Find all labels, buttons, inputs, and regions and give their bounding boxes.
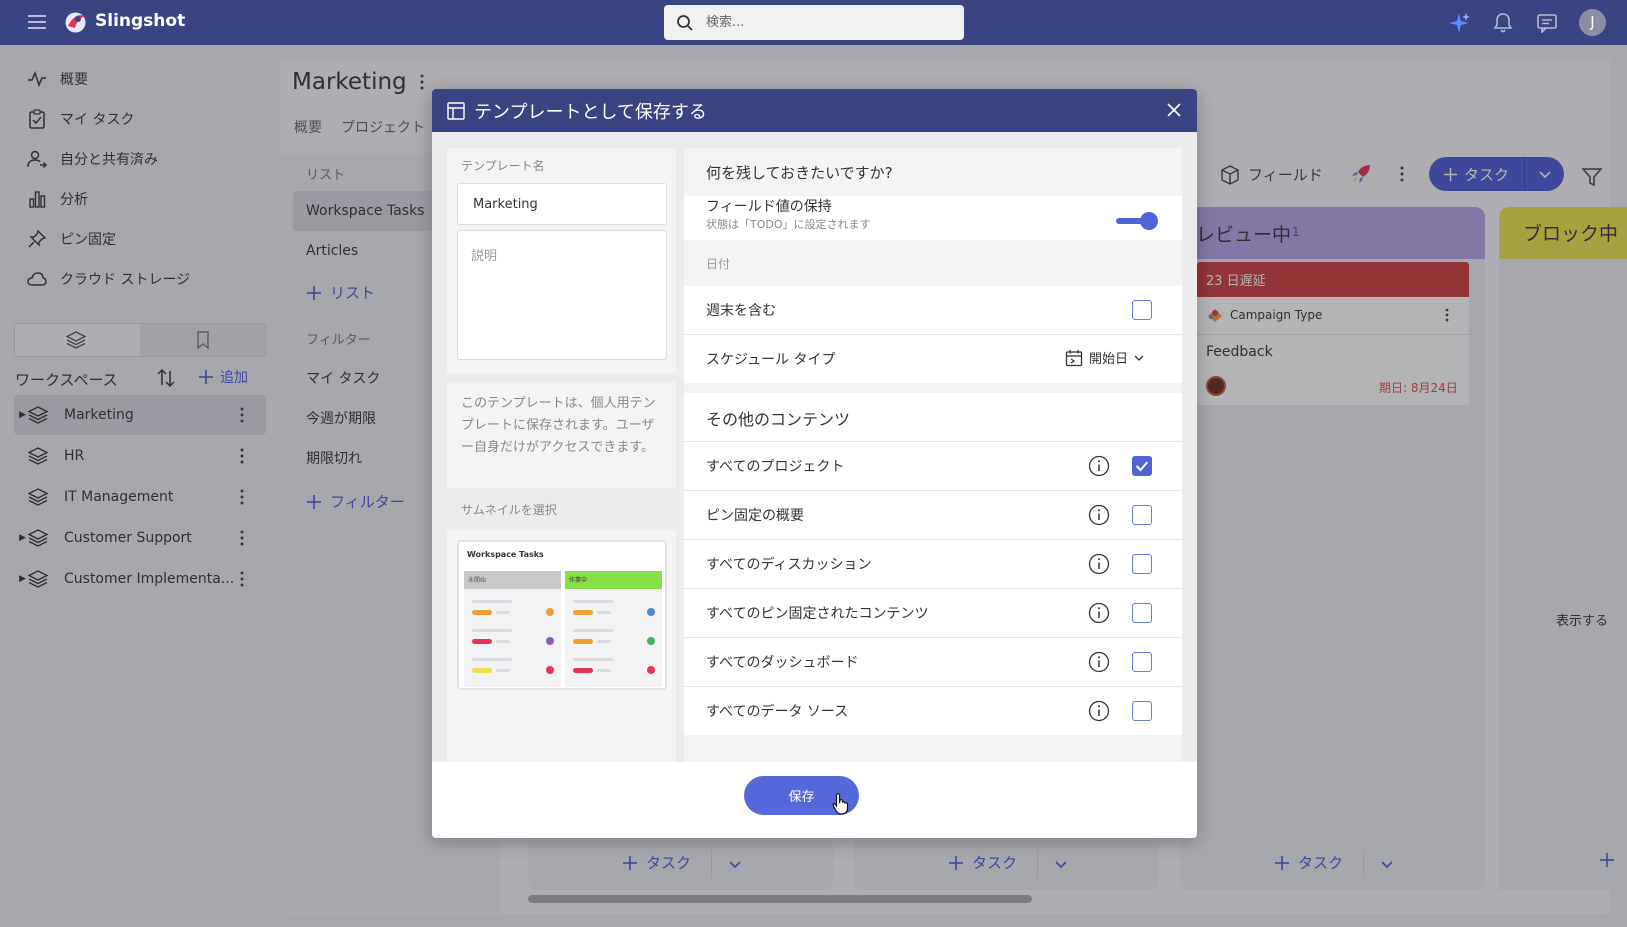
include-weekends-checkbox[interactable] bbox=[1132, 300, 1152, 320]
date-section-label: 日付 bbox=[706, 257, 731, 271]
option-row-all-discussions: すべてのディスカッション bbox=[684, 540, 1182, 588]
thumbnail-column: 未開始 bbox=[464, 571, 561, 687]
option-row-all-pinned-content: すべてのピン固定されたコンテンツ bbox=[684, 589, 1182, 637]
hand-cursor-icon bbox=[831, 792, 851, 816]
pinned-overview-checkbox[interactable] bbox=[1132, 505, 1152, 525]
template-info-pane: テンプレート名 このテンプレートは、個人用テンプレートに保存されます。ユーザー自… bbox=[447, 148, 676, 762]
option-row-all-dashboards: すべてのダッシュボード bbox=[684, 638, 1182, 686]
keep-field-values-toggle[interactable] bbox=[1116, 212, 1158, 230]
sparkle-icon[interactable] bbox=[1447, 11, 1471, 35]
chevron-down-icon bbox=[1134, 353, 1144, 363]
dialog-header: テンプレートとして保存する bbox=[432, 89, 1197, 132]
info-icon[interactable] bbox=[1088, 553, 1110, 575]
schedule-type-row: スケジュール タイプ 開始日 bbox=[684, 335, 1182, 383]
schedule-type-value: 開始日 bbox=[1089, 352, 1129, 367]
calendar-icon bbox=[1065, 349, 1083, 367]
template-privacy-note: このテンプレートは、個人用テンプレートに保存されます。ユーザー自身だけがアクセス… bbox=[461, 396, 656, 455]
template-name-input[interactable] bbox=[457, 183, 667, 225]
save-as-template-dialog: テンプレートとして保存する テンプレート名 このテンプレートは、個人用テンプレー… bbox=[432, 89, 1197, 838]
option-row-all-projects: すべてのプロジェクト bbox=[684, 442, 1182, 490]
brand-name: Slingshot bbox=[95, 11, 186, 31]
info-icon[interactable] bbox=[1088, 700, 1110, 722]
option-row-pinned-overview: ピン固定の概要 bbox=[684, 491, 1182, 539]
dialog-title: テンプレートとして保存する bbox=[474, 102, 707, 123]
info-icon[interactable] bbox=[1088, 504, 1110, 526]
include-weekends-label: 週末を含む bbox=[706, 303, 776, 319]
all-data-sources-checkbox[interactable] bbox=[1132, 701, 1152, 721]
schedule-type-label: スケジュール タイプ bbox=[706, 352, 836, 368]
option-row-all-data-sources: すべてのデータ ソース bbox=[684, 687, 1182, 735]
all-projects-checkbox[interactable] bbox=[1132, 456, 1152, 476]
description-textarea[interactable] bbox=[457, 230, 667, 360]
search-icon bbox=[676, 14, 694, 32]
all-pinned-content-checkbox[interactable] bbox=[1132, 603, 1152, 623]
top-bar: Slingshot J bbox=[0, 0, 1627, 45]
other-content-heading: その他のコンテンツ bbox=[706, 410, 851, 429]
dialog-footer: 保存 bbox=[432, 762, 1197, 838]
bell-icon[interactable] bbox=[1493, 12, 1513, 34]
menu-icon[interactable] bbox=[26, 12, 48, 32]
thumbnail-label: サムネイルを選択 bbox=[461, 503, 557, 517]
include-weekends-row: 週末を含む bbox=[684, 286, 1182, 334]
schedule-type-select[interactable]: 開始日 bbox=[1065, 348, 1144, 367]
close-icon[interactable] bbox=[1166, 102, 1182, 118]
info-icon[interactable] bbox=[1088, 602, 1110, 624]
avatar[interactable]: J bbox=[1579, 9, 1606, 36]
thumbnail-title: Workspace Tasks bbox=[467, 550, 544, 559]
thumbnail-column: 作業中 bbox=[565, 571, 662, 687]
slingshot-logo-icon bbox=[63, 10, 88, 35]
search-box[interactable] bbox=[664, 5, 964, 40]
chat-icon[interactable] bbox=[1536, 13, 1558, 33]
keep-field-values-sub: 状態は「TODO」に設定されます bbox=[706, 218, 871, 231]
search-input[interactable] bbox=[706, 5, 946, 40]
content-options-pane: 何を残しておきたいですか? フィールド値の保持 状態は「TODO」に設定されます… bbox=[684, 148, 1182, 762]
template-icon bbox=[447, 102, 465, 120]
all-discussions-checkbox[interactable] bbox=[1132, 554, 1152, 574]
template-name-label: テンプレート名 bbox=[461, 159, 545, 173]
info-icon[interactable] bbox=[1088, 651, 1110, 673]
keep-field-values-row: フィールド値の保持 状態は「TODO」に設定されます bbox=[684, 196, 1182, 240]
keep-field-values-label: フィールド値の保持 bbox=[706, 199, 832, 215]
options-question: 何を残しておきたいですか? bbox=[706, 164, 893, 182]
all-dashboards-checkbox[interactable] bbox=[1132, 652, 1152, 672]
info-icon[interactable] bbox=[1088, 455, 1110, 477]
thumbnail-preview[interactable]: Workspace Tasks 未開始 作業中 bbox=[457, 540, 667, 690]
